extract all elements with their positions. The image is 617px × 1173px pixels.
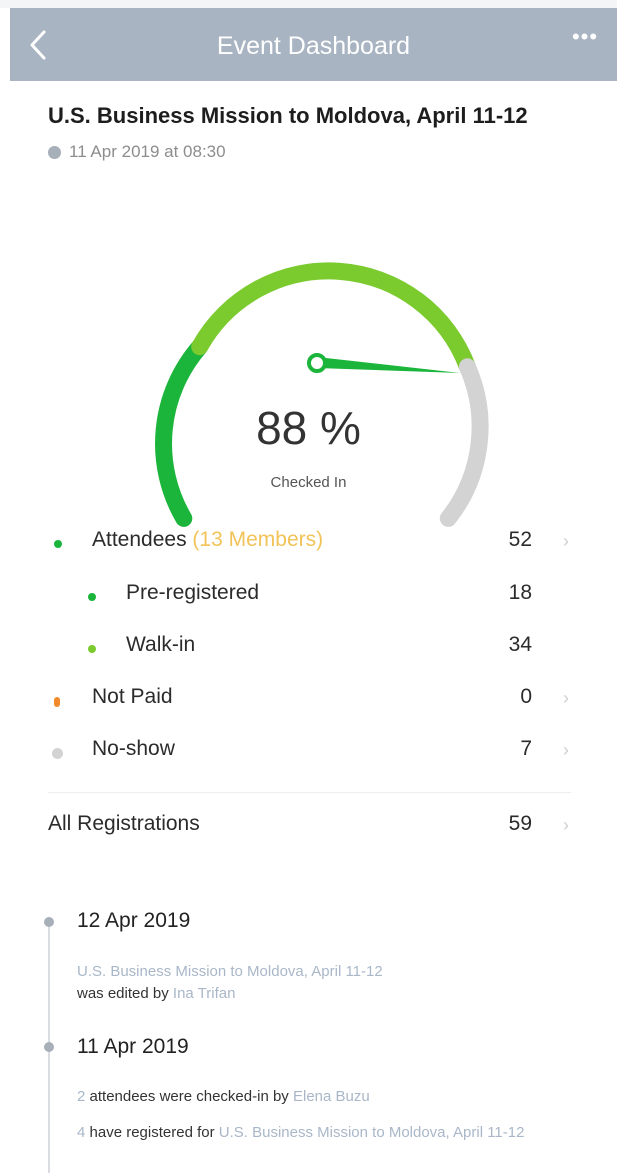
walkin-label: Walk-in <box>126 633 196 656</box>
no-show-value: 7 <box>520 737 532 760</box>
attendees-value: 52 <box>508 528 532 551</box>
walkin-dot <box>88 645 96 653</box>
no-show-dot <box>52 748 63 759</box>
members-count: (13 Members) <box>192 528 324 551</box>
checkin-percent: 88 % <box>256 402 361 454</box>
gauge-hub <box>307 353 327 373</box>
attendees-label: Attendees (13 Members) <box>92 528 324 551</box>
walkin-value: 34 <box>508 633 532 656</box>
attendees-dot <box>54 540 62 548</box>
gauge-graphic <box>155 262 489 527</box>
walkin-row: Walk-in 34 <box>0 633 617 673</box>
gauge-needle <box>317 357 460 373</box>
registration-count: 4 <box>77 1124 86 1141</box>
preregistered-dot <box>88 593 96 601</box>
not-paid-dot <box>54 697 60 707</box>
chevron-right-icon: › <box>563 688 569 708</box>
top-strip <box>0 0 617 8</box>
checkin-gauge: 88 % Checked In <box>0 81 617 541</box>
person-link[interactable]: Elena Buzu <box>293 1088 370 1105</box>
all-registrations-label: All Registrations <box>48 812 200 835</box>
all-registrations-value: 59 <box>508 812 532 835</box>
not-paid-row[interactable]: Not Paid 0 › <box>0 685 617 725</box>
not-paid-label: Not Paid <box>92 685 173 708</box>
event-link[interactable]: U.S. Business Mission to Moldova, April … <box>77 963 383 980</box>
no-show-label: No-show <box>92 737 175 760</box>
timeline-entry: U.S. Business Mission to Moldova, April … <box>77 963 383 1002</box>
attendees-row[interactable]: Attendees (13 Members) 52 › <box>0 528 617 568</box>
preregistered-value: 18 <box>508 581 532 604</box>
preregistered-label: Pre-registered <box>126 581 260 604</box>
chevron-right-icon: › <box>563 815 569 835</box>
timeline-entry: 4 have registered for U.S. Business Miss… <box>77 1124 525 1141</box>
timeline-dot <box>44 1042 54 1052</box>
checkin-label: Checked In <box>270 474 347 491</box>
not-paid-value: 0 <box>520 685 532 708</box>
checkin-count: 2 <box>77 1088 86 1105</box>
timeline-date: 11 Apr 2019 <box>77 1035 189 1058</box>
nav-bar: Event Dashboard ••• <box>10 8 617 81</box>
timeline-entry: 2 attendees were checked-in by Elena Buz… <box>77 1088 370 1105</box>
chevron-right-icon: › <box>563 531 569 551</box>
no-show-row[interactable]: No-show 7 › <box>0 737 617 777</box>
divider <box>48 792 571 793</box>
preregistered-row: Pre-registered 18 <box>0 581 617 621</box>
timeline-date: 12 Apr 2019 <box>77 909 191 932</box>
page-title: Event Dashboard <box>216 32 411 60</box>
person-link[interactable]: Ina Trifan <box>173 985 236 1002</box>
chevron-right-icon: › <box>563 740 569 760</box>
more-icon[interactable]: ••• <box>563 24 607 54</box>
event-link[interactable]: U.S. Business Mission to Moldova, April … <box>219 1124 525 1141</box>
timeline-dot <box>44 917 54 927</box>
gauge-arc-light <box>191 262 476 376</box>
all-registrations-row[interactable]: All Registrations 59 › <box>0 812 617 852</box>
